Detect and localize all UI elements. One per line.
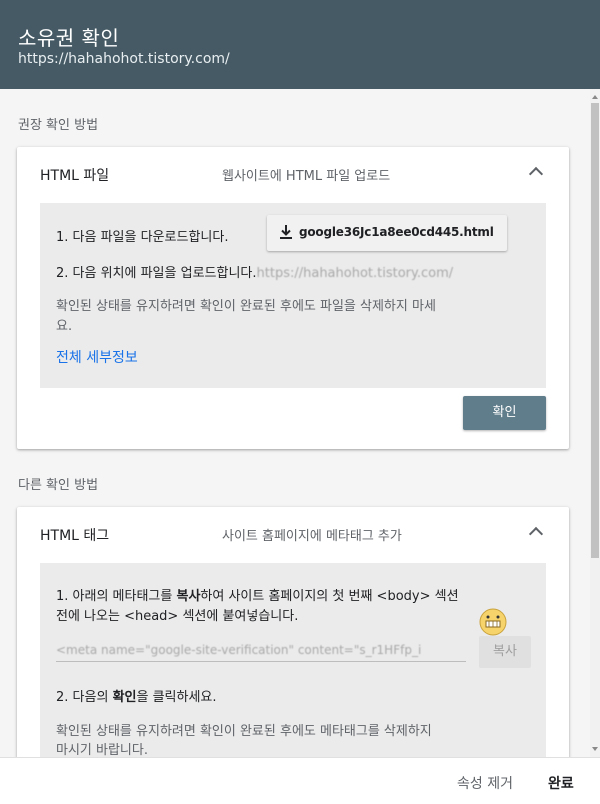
html-tag-card-header[interactable]: HTML 태그 사이트 홈페이지에 메타태그 추가 bbox=[17, 507, 569, 563]
html-tag-title: HTML 태그 bbox=[40, 528, 110, 544]
full-details-link[interactable]: 전체 세부정보 bbox=[56, 347, 138, 367]
tag-note-line-1: 확인된 상태를 유지하려면 확인이 완료된 후에도 메타태그를 삭제하지 bbox=[56, 724, 432, 739]
done-button[interactable]: 완료 bbox=[548, 773, 574, 793]
download-file-button[interactable]: google36Jc1a8ee0cd445.html bbox=[267, 215, 507, 251]
verify-button[interactable]: 확인 bbox=[463, 396, 546, 430]
recommended-section-label: 권장 확인 방법 bbox=[18, 118, 99, 133]
html-file-title: HTML 파일 bbox=[40, 168, 110, 184]
download-filename: google36Jc1a8ee0cd445.html bbox=[299, 225, 494, 239]
tag-step1-post: 하여 사이트 홈페이지의 첫 번째 <body> 섹션 bbox=[200, 589, 459, 604]
step1-text: 1. 다음 파일을 다운로드합니다. bbox=[56, 230, 229, 245]
download-icon bbox=[280, 225, 292, 239]
dialog-footer: 속성 제거 완료 bbox=[0, 757, 600, 804]
tag-step2-post: 을 클릭하세요. bbox=[136, 690, 217, 705]
step2-text: 2. 다음 위치에 파일을 업로드합니다.https://hahahohot.t… bbox=[56, 262, 453, 281]
dialog-header: 소유권 확인 https://hahahohot.tistory.com/ bbox=[0, 0, 600, 89]
upload-location: https://hahahohot.tistory.com/ bbox=[256, 266, 454, 281]
property-url: https://hahahohot.tistory.com/ bbox=[18, 51, 230, 67]
meta-tag-value: <meta name="google-site-verification" co… bbox=[56, 643, 422, 657]
step2-label: 2. 다음 위치에 파일을 업로드합니다. bbox=[56, 266, 257, 281]
tag-step1-line2: 전에 나오는 <head> 섹션에 붙여넣습니다. bbox=[56, 609, 299, 624]
dialog-title: 소유권 확인 bbox=[18, 26, 120, 50]
note-line-1: 확인된 상태를 유지하려면 확인이 완료된 후에도 파일을 삭제하지 마세 bbox=[56, 299, 436, 314]
html-tag-card: HTML 태그 사이트 홈페이지에 메타태그 추가 1. 아래의 메타태그를 복… bbox=[17, 507, 569, 757]
tag-note-line-2: 마시기 바랍니다. bbox=[56, 743, 148, 757]
tag-step2-pre: 2. 다음의 bbox=[56, 690, 113, 705]
other-methods-label: 다른 확인 방법 bbox=[18, 478, 99, 493]
chevron-up-icon[interactable] bbox=[528, 526, 544, 542]
scrollbar-thumb[interactable] bbox=[591, 103, 599, 558]
html-file-instructions: 1. 다음 파일을 다운로드합니다. google36Jc1a8ee0cd445… bbox=[40, 203, 546, 388]
html-file-card: HTML 파일 웹사이트에 HTML 파일 업로드 1. 다음 파일을 다운로드… bbox=[17, 147, 569, 449]
note-line-2: 요. bbox=[56, 319, 73, 334]
emoji-sticker-icon bbox=[479, 608, 507, 636]
tag-step2-bold: 확인 bbox=[112, 690, 137, 705]
scroll-up-arrow-icon[interactable] bbox=[592, 95, 598, 99]
dialog-content[interactable]: 권장 확인 방법 HTML 파일 웹사이트에 HTML 파일 업로드 1. 다음… bbox=[0, 89, 590, 757]
html-tag-instructions: 1. 아래의 메타태그를 복사하여 사이트 홈페이지의 첫 번째 <body> … bbox=[40, 563, 546, 757]
tag-step1-bold: 복사 bbox=[176, 589, 201, 604]
tag-step1-pre: 1. 아래의 메타태그를 bbox=[56, 589, 177, 604]
copy-button[interactable]: 복사 bbox=[479, 636, 531, 668]
html-tag-description: 사이트 홈페이지에 메타태그 추가 bbox=[222, 529, 402, 544]
chevron-up-icon[interactable] bbox=[528, 166, 544, 182]
scrollbar[interactable] bbox=[590, 89, 600, 757]
meta-tag-field[interactable]: <meta name="google-site-verification" co… bbox=[56, 639, 466, 662]
html-file-description: 웹사이트에 HTML 파일 업로드 bbox=[222, 169, 391, 184]
scroll-down-arrow-icon[interactable] bbox=[592, 747, 598, 751]
tag-step2: 2. 다음의 확인을 클릭하세요. bbox=[56, 686, 217, 705]
remove-property-button[interactable]: 속성 제거 bbox=[457, 773, 513, 793]
html-file-card-header[interactable]: HTML 파일 웹사이트에 HTML 파일 업로드 bbox=[17, 147, 569, 203]
tag-step1-line1: 1. 아래의 메타태그를 복사하여 사이트 홈페이지의 첫 번째 <body> … bbox=[56, 585, 459, 604]
